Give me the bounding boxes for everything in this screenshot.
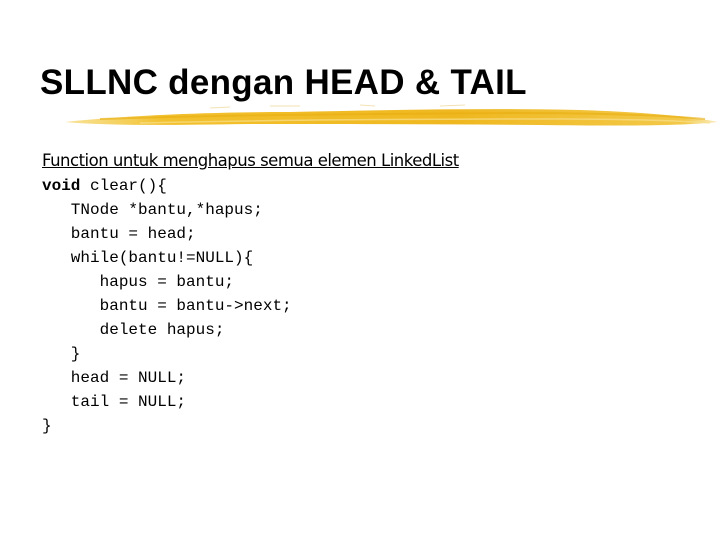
section-heading: Function untuk menghapus semua elemen Li…	[42, 151, 459, 170]
code-line: head = NULL;	[42, 369, 187, 387]
code-line: tail = NULL;	[42, 393, 187, 411]
code-block: void clear(){ TNode *bantu,*hapus; bantu…	[42, 174, 292, 438]
code-line: }	[42, 417, 52, 435]
code-line: while(bantu!=NULL){	[42, 249, 254, 267]
code-keyword: void	[42, 177, 81, 195]
code-line: bantu = head;	[42, 225, 196, 243]
code-line-signature: void clear(){	[42, 174, 292, 198]
code-line: hapus = bantu;	[42, 273, 235, 291]
code-line: delete hapus;	[42, 321, 225, 339]
code-line: bantu = bantu->next;	[42, 297, 292, 315]
code-line: TNode *bantu,*hapus;	[42, 201, 263, 219]
code-signature-rest: clear(){	[80, 177, 167, 195]
brush-stroke-decoration	[65, 104, 718, 126]
slide-title: SLLNC dengan HEAD & TAIL	[40, 63, 527, 102]
code-line: }	[42, 345, 81, 363]
